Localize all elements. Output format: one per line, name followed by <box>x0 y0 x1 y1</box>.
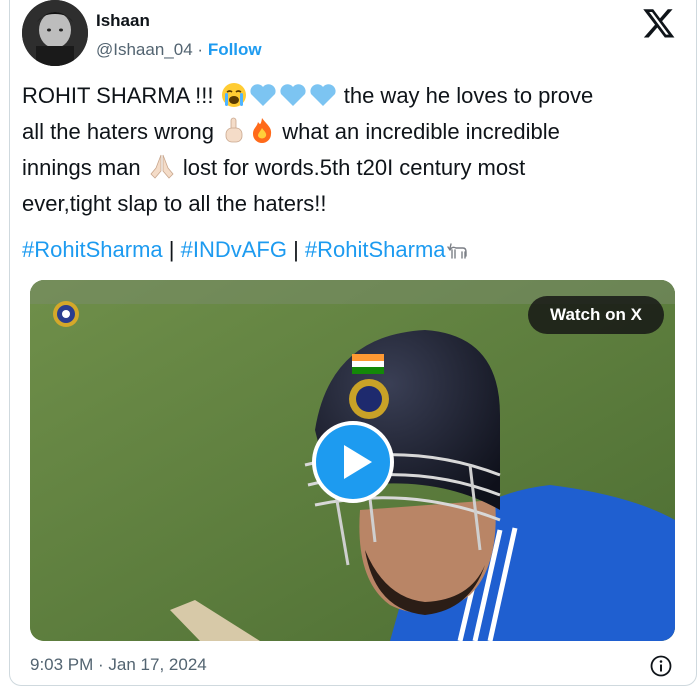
tweet-line-1-text: ROHIT SHARMA !!! <box>22 83 220 108</box>
author-handle-row: @Ishaan_04 · Follow <box>96 40 262 60</box>
hashtags-row: #RohitSharma | #INDvAFG | #RohitSharma <box>22 234 672 270</box>
tweet-line-1-rest: the way he loves to prove <box>337 83 594 108</box>
light-blue-heart-icon <box>308 82 338 116</box>
hashtag-link[interactable]: #RohitSharma <box>305 237 446 262</box>
separator-dot: · <box>197 40 204 59</box>
tweet-line-4-text: ever,tight slap to all the haters!! <box>22 191 327 216</box>
author-name[interactable]: Ishaan <box>96 11 150 31</box>
play-icon[interactable] <box>312 421 394 503</box>
follow-button[interactable]: Follow <box>208 40 262 59</box>
hashtag-link[interactable]: #INDvAFG <box>181 237 287 262</box>
x-logo-icon[interactable] <box>642 6 676 40</box>
hashtag-separator: | <box>162 237 181 262</box>
fire-icon <box>248 116 276 152</box>
video-player[interactable]: Watch on X <box>30 280 675 641</box>
folded-hands-icon <box>147 152 177 188</box>
tweet-line-3-rest: lost for words.5th t20I century most <box>176 155 526 180</box>
light-blue-heart-icon <box>278 82 308 116</box>
tweet-line-3-text: innings man <box>22 155 147 180</box>
hashtag-separator: | <box>286 237 305 262</box>
bcci-logo-icon <box>53 301 79 327</box>
watch-on-x-button[interactable]: Watch on X <box>528 296 664 334</box>
info-icon[interactable] <box>650 655 672 677</box>
author-handle[interactable]: @Ishaan_04 <box>96 40 193 59</box>
tweet-text: ROHIT SHARMA !!! the way he loves to pro… <box>22 80 672 219</box>
hashtag-link[interactable]: #RohitSharma <box>22 237 163 262</box>
light-blue-heart-icon <box>248 82 278 116</box>
loudly-crying-face-icon <box>220 82 248 116</box>
tweet-line-2-rest: what an incredible incredible <box>276 119 560 144</box>
index-pointing-up-icon <box>220 116 248 152</box>
tweet-line-2-text: all the haters wrong <box>22 119 221 144</box>
tweet-timestamp[interactable]: 9:03 PM · Jan 17, 2024 <box>30 655 207 675</box>
goat-icon <box>446 238 470 270</box>
avatar[interactable] <box>22 0 88 66</box>
